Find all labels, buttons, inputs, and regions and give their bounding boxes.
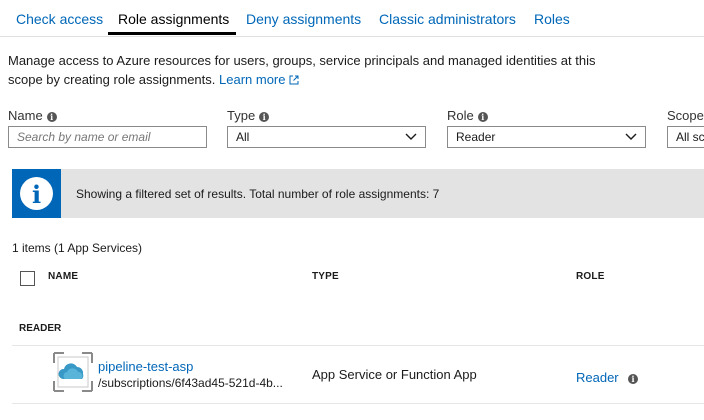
type-filter-value: All: [236, 130, 250, 144]
page-description: Manage access to Azure resources for use…: [8, 51, 608, 89]
tab-deny-assignments[interactable]: Deny assignments: [246, 11, 361, 27]
tab-check-access[interactable]: Check access: [16, 11, 103, 27]
scope-filter-label: Scope: [667, 108, 704, 123]
chevron-down-icon: [405, 133, 417, 140]
type-filter-dropdown[interactable]: All: [227, 126, 426, 148]
group-header: READER: [19, 323, 62, 334]
role-filter-value: Reader: [456, 130, 496, 144]
active-tab-indicator: [108, 32, 236, 35]
column-header-type[interactable]: TYPE: [312, 271, 339, 282]
tab-bar: Check access Role assignments Deny assig…: [0, 0, 704, 37]
column-header-name[interactable]: NAME: [48, 271, 78, 282]
learn-more-label: Learn more: [219, 72, 286, 87]
app-name-link[interactable]: pipeline-test-asp: [98, 359, 193, 374]
app-type: App Service or Function App: [312, 367, 477, 382]
description-text: Manage access to Azure resources for use…: [8, 53, 596, 87]
name-filter-label-text: Name: [8, 108, 43, 123]
banner-message: Showing a filtered set of results. Total…: [76, 187, 440, 201]
app-scope: /subscriptions/6f43ad45-521d-4b...: [98, 376, 283, 390]
row-divider: [12, 403, 704, 404]
result-count: 1 items (1 App Services): [12, 241, 143, 255]
external-link-icon: [289, 75, 298, 85]
app-service-icon: [53, 352, 93, 392]
role-filter-label: Role i: [447, 108, 488, 123]
info-circle: i: [20, 177, 53, 210]
info-icon[interactable]: i: [628, 374, 638, 384]
column-header-role[interactable]: ROLE: [576, 271, 605, 282]
role-filter-dropdown[interactable]: Reader: [447, 126, 646, 148]
info-icon[interactable]: i: [477, 112, 488, 122]
info-icon[interactable]: i: [46, 112, 57, 122]
tab-role-assignments[interactable]: Role assignments: [118, 11, 229, 27]
scope-filter-dropdown[interactable]: All sc: [667, 126, 704, 148]
tab-roles[interactable]: Roles: [534, 11, 570, 27]
info-icon[interactable]: i: [259, 112, 270, 122]
info-banner: i Showing a filtered set of results. Tot…: [12, 169, 704, 218]
tab-classic-administrators[interactable]: Classic administrators: [379, 11, 516, 27]
select-all-checkbox[interactable]: [20, 271, 35, 286]
name-filter-field: [8, 126, 207, 148]
scope-filter-value: All sc: [676, 130, 704, 144]
type-filter-label: Type i: [227, 108, 270, 123]
info-icon: i: [12, 169, 61, 218]
chevron-down-icon: [625, 133, 637, 140]
role-link[interactable]: Reader: [576, 370, 619, 385]
learn-more-link[interactable]: Learn more: [219, 72, 298, 87]
name-search-input[interactable]: [9, 127, 206, 147]
type-filter-label-text: Type: [227, 108, 256, 123]
name-filter-label: Name i: [8, 108, 57, 123]
info-glyph: i: [31, 180, 42, 209]
role-filter-label-text: Role: [447, 108, 474, 123]
row-divider: [12, 345, 704, 346]
